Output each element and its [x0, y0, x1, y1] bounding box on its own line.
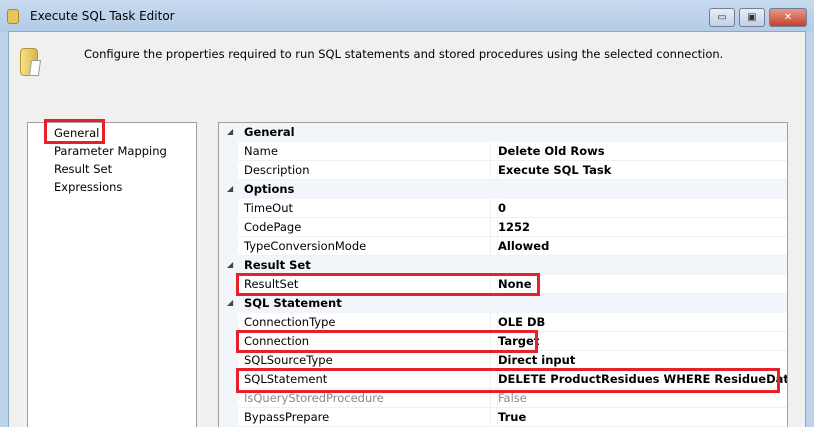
property-name: Name — [244, 144, 278, 158]
minimize-button[interactable]: ▭ — [709, 8, 735, 27]
collapse-triangle-icon[interactable]: ◢ — [227, 256, 233, 274]
property-row-bypassprepare[interactable]: BypassPrepare True — [219, 408, 787, 427]
row-gutter — [219, 408, 238, 427]
property-grid: ◢ General Name Delete Old Rows Description Ex… — [218, 122, 788, 427]
property-row-isquerystoredprocedure[interactable]: IsQueryStoredProcedure False — [219, 389, 787, 408]
column-divider[interactable] — [490, 142, 491, 161]
header-description: Configure the properties required to run… — [84, 47, 724, 61]
property-row-description[interactable]: Description Execute SQL Task — [219, 161, 787, 180]
property-value[interactable]: True — [497, 408, 526, 426]
category-general[interactable]: ◢ General — [219, 123, 787, 142]
page-list: General Parameter Mapping Result Set Exp… — [27, 122, 197, 427]
collapse-triangle-icon[interactable]: ◢ — [227, 180, 233, 198]
row-gutter — [219, 351, 238, 370]
column-divider[interactable] — [490, 389, 491, 408]
row-gutter — [219, 161, 238, 180]
row-gutter — [219, 275, 238, 294]
row-gutter — [219, 237, 238, 256]
category-sql-statement[interactable]: ◢ SQL Statement — [219, 294, 787, 313]
nav-item-parameter-mapping[interactable]: Parameter Mapping — [54, 142, 167, 160]
column-divider[interactable] — [490, 218, 491, 237]
category-options[interactable]: ◢ Options — [219, 180, 787, 199]
window-title: Execute SQL Task Editor — [30, 9, 175, 23]
property-name: Result Set — [244, 258, 311, 272]
column-divider[interactable] — [490, 237, 491, 256]
property-row-resultset[interactable]: ResultSet None — [219, 275, 787, 294]
property-value[interactable]: DELETE ProductResidues WHERE ResidueDate… — [497, 370, 787, 388]
collapse-triangle-icon[interactable]: ◢ — [227, 294, 233, 312]
property-name: SQL Statement — [244, 296, 342, 310]
property-name: Options — [244, 182, 295, 196]
row-gutter — [219, 370, 238, 389]
maximize-button[interactable]: ▣ — [739, 8, 765, 27]
property-name: IsQueryStoredProcedure — [244, 391, 384, 405]
property-name: TypeConversionMode — [244, 239, 367, 253]
property-name: General — [244, 125, 295, 139]
row-gutter — [219, 332, 238, 351]
row-gutter — [219, 313, 238, 332]
column-divider[interactable] — [490, 199, 491, 218]
column-divider[interactable] — [490, 408, 491, 427]
property-name: BypassPrepare — [244, 410, 330, 424]
property-row-connection[interactable]: Connection Target — [219, 332, 787, 351]
property-name: Description — [244, 163, 310, 177]
column-divider[interactable] — [490, 313, 491, 332]
sql-task-icon — [7, 9, 19, 24]
property-value[interactable]: 1252 — [497, 218, 530, 236]
property-name: CodePage — [244, 220, 302, 234]
property-row-typeconversionmode[interactable]: TypeConversionMode Allowed — [219, 237, 787, 256]
column-divider[interactable] — [490, 370, 491, 389]
nav-item-expressions[interactable]: Expressions — [54, 178, 122, 196]
column-divider[interactable] — [490, 275, 491, 294]
property-row-sqlsourcetype[interactable]: SQLSourceType Direct input — [219, 351, 787, 370]
property-name: TimeOut — [244, 201, 293, 215]
property-row-codepage[interactable]: CodePage 1252 — [219, 218, 787, 237]
property-name: ConnectionType — [244, 315, 336, 329]
property-value[interactable]: None — [497, 275, 532, 293]
row-gutter — [219, 389, 238, 408]
property-name: SQLSourceType — [244, 353, 333, 367]
collapse-triangle-icon[interactable]: ◢ — [227, 123, 233, 141]
property-value[interactable]: Delete Old Rows — [497, 142, 605, 160]
column-divider[interactable] — [490, 332, 491, 351]
property-value[interactable]: False — [497, 389, 527, 407]
property-row-sqlstatement[interactable]: SQLStatement DELETE ProductResidues WHERE… — [219, 370, 787, 389]
property-name: SQLStatement — [244, 372, 328, 386]
row-gutter — [219, 218, 238, 237]
property-row-connectiontype[interactable]: ConnectionType OLE DB — [219, 313, 787, 332]
column-divider[interactable] — [490, 161, 491, 180]
property-value[interactable]: Execute SQL Task — [497, 161, 611, 179]
column-divider[interactable] — [490, 351, 491, 370]
property-value[interactable]: OLE DB — [497, 313, 545, 331]
nav-item-result-set[interactable]: Result Set — [54, 160, 112, 178]
property-value[interactable]: Allowed — [497, 237, 549, 255]
title-bar: Execute SQL Task Editor ▭ ▣ ✕ — [0, 0, 814, 32]
property-row-name[interactable]: Name Delete Old Rows — [219, 142, 787, 161]
category-result-set[interactable]: ◢ Result Set — [219, 256, 787, 275]
nav-item-general[interactable]: General — [54, 124, 99, 142]
row-gutter — [219, 199, 238, 218]
property-value[interactable]: Direct input — [497, 351, 575, 369]
property-row-timeout[interactable]: TimeOut 0 — [219, 199, 787, 218]
close-button[interactable]: ✕ — [769, 8, 807, 27]
property-value[interactable]: 0 — [497, 199, 506, 217]
property-name: ResultSet — [244, 277, 299, 291]
property-name: Connection — [244, 334, 310, 348]
property-value[interactable]: Target — [497, 332, 539, 350]
row-gutter — [219, 142, 238, 161]
